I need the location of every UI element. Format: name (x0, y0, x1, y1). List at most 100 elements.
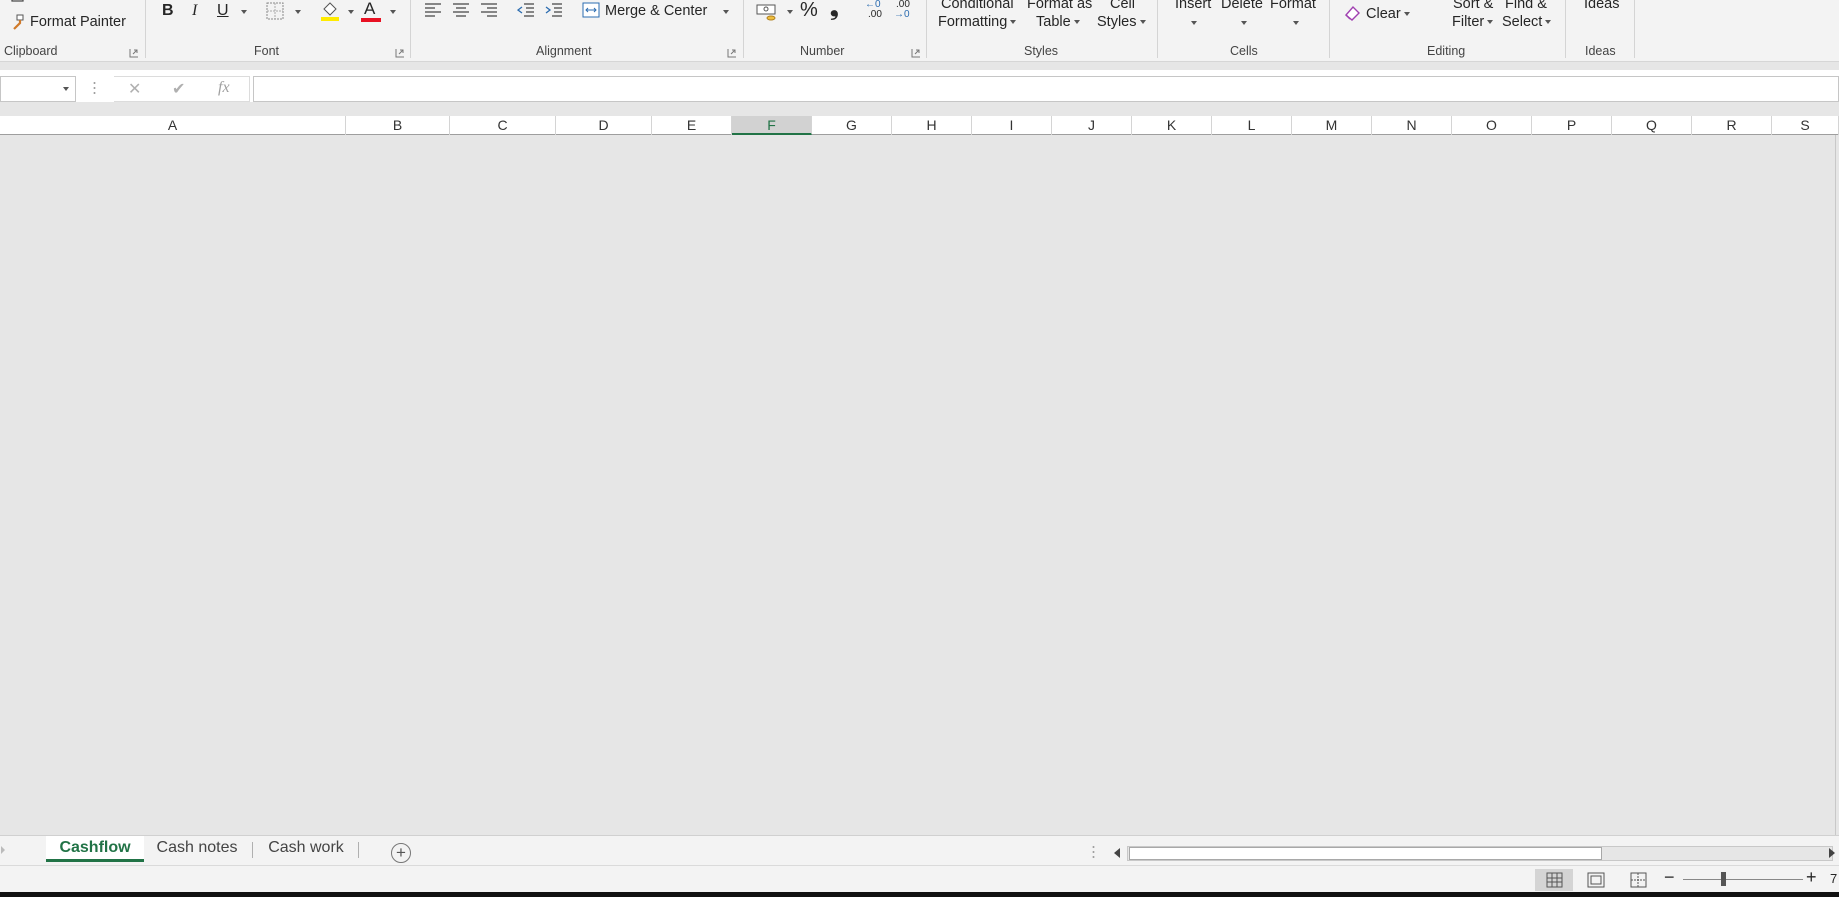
borders-dropdown-icon[interactable] (295, 10, 301, 14)
decrease-decimal-bottom[interactable]: →0 (894, 9, 910, 20)
align-left-icon[interactable] (424, 2, 442, 18)
normal-view-button[interactable] (1535, 869, 1573, 891)
name-box-dropdown-icon[interactable] (63, 87, 69, 91)
column-header-m[interactable]: M (1292, 116, 1372, 135)
zoom-slider-track[interactable] (1683, 879, 1803, 880)
percent-style-button[interactable]: % (800, 0, 818, 20)
zoom-level[interactable]: 7 (1830, 870, 1837, 888)
sheet-tab-cashflow[interactable]: Cashflow (46, 836, 144, 862)
column-header-p[interactable]: P (1532, 116, 1612, 135)
worksheet-grid[interactable] (0, 135, 1836, 835)
formula-input[interactable] (253, 76, 1839, 102)
zoom-out-button[interactable]: − (1664, 868, 1675, 886)
delete-button[interactable]: Delete (1221, 0, 1263, 13)
align-center-icon[interactable] (452, 2, 470, 18)
column-header-c[interactable]: C (450, 116, 556, 135)
page-layout-view-button[interactable] (1577, 869, 1615, 891)
column-header-q[interactable]: Q (1612, 116, 1692, 135)
column-header-r[interactable]: R (1692, 116, 1772, 135)
enter-icon[interactable]: ✔ (172, 79, 185, 99)
italic-button[interactable]: I (192, 2, 197, 20)
fill-color-dropdown-icon[interactable] (348, 10, 354, 14)
column-header-e[interactable]: E (652, 116, 732, 135)
sort-filter-label[interactable]: Filter (1452, 14, 1484, 30)
tab-splitter-grip-icon[interactable] (1092, 845, 1095, 859)
scrollbar-thumb[interactable] (1129, 847, 1602, 860)
zoom-in-button[interactable]: + (1806, 868, 1817, 886)
paste-icon[interactable] (8, 0, 28, 4)
column-header-b[interactable]: B (346, 116, 450, 135)
font-color-button[interactable]: A (364, 0, 375, 18)
font-color-dropdown-icon[interactable] (390, 10, 396, 14)
column-header-a[interactable]: A (0, 116, 346, 135)
ideas-button[interactable]: Ideas (1584, 0, 1619, 13)
page-break-preview-button[interactable] (1619, 869, 1657, 891)
accounting-format-icon[interactable] (755, 1, 779, 23)
clear-dropdown-icon[interactable] (1403, 12, 1410, 17)
merge-center-dropdown-icon[interactable] (723, 10, 729, 14)
horizontal-scrollbar[interactable] (1109, 844, 1839, 862)
eraser-icon[interactable] (1343, 4, 1363, 22)
format-button[interactable]: Format (1270, 0, 1316, 13)
merge-center-icon[interactable] (582, 1, 600, 19)
underline-button[interactable]: U (217, 2, 229, 20)
scroll-right-icon[interactable] (1828, 848, 1836, 858)
accounting-format-dropdown-icon[interactable] (787, 10, 793, 14)
conditional-formatting-dropdown-icon[interactable] (1010, 20, 1017, 25)
cancel-icon[interactable]: ✕ (128, 79, 141, 99)
insert-dropdown-icon[interactable] (1191, 21, 1197, 25)
decrease-indent-icon[interactable] (517, 2, 535, 18)
sheet-tab-cash-notes[interactable]: Cash notes (146, 836, 248, 862)
formula-bar-grip-icon[interactable] (93, 81, 96, 95)
clipboard-dialog-launcher-icon[interactable] (129, 46, 139, 58)
column-header-k[interactable]: K (1132, 116, 1212, 135)
scroll-tabs-left-icon[interactable] (0, 846, 6, 854)
font-dialog-launcher-icon[interactable] (395, 46, 405, 58)
format-painter-button[interactable]: Format Painter (30, 13, 126, 31)
cell-styles-dropdown-icon[interactable] (1139, 20, 1146, 25)
comma-style-button[interactable]: ❟ (830, 0, 839, 19)
format-as-table-dropdown-icon[interactable] (1073, 20, 1080, 25)
insert-function-icon[interactable]: fx (218, 79, 230, 97)
column-header-j[interactable]: J (1052, 116, 1132, 135)
column-header-g[interactable]: G (812, 116, 892, 135)
increase-decimal-bottom[interactable]: .00 (868, 9, 882, 20)
name-box[interactable] (0, 76, 76, 102)
column-header-h[interactable]: H (892, 116, 972, 135)
column-header-s[interactable]: S (1772, 116, 1839, 135)
number-dialog-launcher-icon[interactable] (911, 46, 921, 58)
borders-icon[interactable] (266, 2, 284, 20)
format-as-table-line1[interactable]: Format as (1027, 0, 1092, 13)
column-header-i[interactable]: I (972, 116, 1052, 135)
scroll-left-icon[interactable] (1113, 848, 1121, 858)
increase-indent-icon[interactable] (545, 2, 563, 18)
column-header-o[interactable]: O (1452, 116, 1532, 135)
zoom-slider-thumb[interactable] (1721, 872, 1726, 886)
sort-filter-dropdown-icon[interactable] (1487, 20, 1494, 25)
alignment-dialog-launcher-icon[interactable] (727, 46, 737, 58)
align-right-icon[interactable] (480, 2, 498, 18)
bold-button[interactable]: B (162, 2, 174, 20)
sort-filter-line1[interactable]: Sort & (1453, 0, 1493, 13)
column-header-l[interactable]: L (1212, 116, 1292, 135)
insert-button[interactable]: Insert (1175, 0, 1211, 13)
underline-dropdown-icon[interactable] (241, 10, 247, 14)
fill-color-icon[interactable] (319, 0, 341, 22)
format-painter-icon[interactable] (8, 13, 26, 31)
sheet-tab-cash-work[interactable]: Cash work (256, 836, 356, 862)
column-header-f[interactable]: F (732, 116, 812, 135)
find-select-line1[interactable]: Find & (1505, 0, 1547, 13)
clear-label[interactable]: Clear (1366, 6, 1401, 22)
column-header-n[interactable]: N (1372, 116, 1452, 135)
find-select-label[interactable]: Select (1502, 14, 1542, 30)
conditional-formatting-line1[interactable]: Conditional (941, 0, 1014, 13)
add-sheet-icon[interactable]: + (391, 843, 411, 863)
find-select-dropdown-icon[interactable] (1545, 20, 1552, 25)
merge-center-button[interactable]: Merge & Center (605, 2, 707, 20)
column-header-d[interactable]: D (556, 116, 652, 135)
cell-styles-label[interactable]: Styles (1097, 14, 1137, 30)
delete-dropdown-icon[interactable] (1241, 21, 1247, 25)
cell-styles-line1[interactable]: Cell (1110, 0, 1135, 13)
conditional-formatting-label[interactable]: Formatting (938, 14, 1007, 30)
format-as-table-label[interactable]: Table (1036, 14, 1071, 30)
